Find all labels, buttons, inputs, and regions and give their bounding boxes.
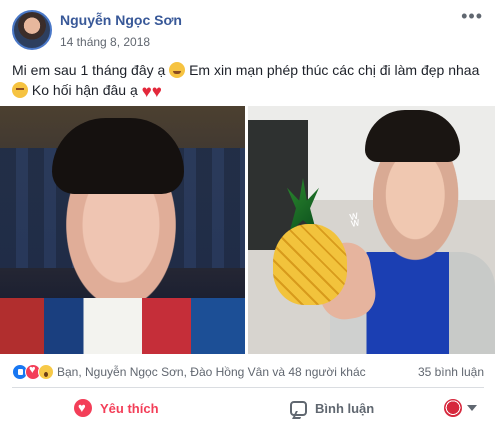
post-header: Nguyễn Ngọc Sơn 14 tháng 8, 2018 •••: [10, 7, 485, 52]
divider: [12, 387, 484, 388]
post-text: Mi em sau 1 tháng đây ạ Em xin mạn phép …: [12, 60, 482, 100]
wow-icon: [38, 364, 54, 380]
heart-icon: ♥: [141, 82, 152, 101]
post-actions: Yêu thích Bình luận: [12, 393, 484, 423]
winking-face-icon: [169, 62, 186, 78]
share-audience-button[interactable]: [444, 395, 477, 421]
pineapple-cup: [273, 224, 347, 305]
chevron-down-icon: [467, 405, 477, 411]
reaction-summary-text[interactable]: Bạn, Nguyễn Ngọc Sơn, Đào Hồng Vân và 48…: [57, 365, 366, 379]
photo-left[interactable]: [0, 106, 245, 354]
comment-label: Bình luận: [315, 400, 375, 416]
post-timestamp[interactable]: 14 tháng 8, 2018: [60, 35, 150, 49]
comments-count[interactable]: 35 bình luận: [418, 365, 484, 379]
post-text-line-1: Mi em sau 1 tháng đây ạ: [12, 62, 166, 78]
author-name[interactable]: Nguyễn Ngọc Sơn: [60, 12, 182, 28]
relieved-face-icon: [12, 82, 28, 98]
comment-icon: [290, 400, 307, 416]
love-icon: [74, 399, 92, 417]
love-label: Yêu thích: [100, 400, 159, 416]
photo-right[interactable]: ʬ: [248, 106, 495, 354]
photo-grid: ʬ: [0, 106, 495, 354]
patterned-shirt: [0, 298, 245, 354]
reactions-summary[interactable]: Bạn, Nguyễn Ngọc Sơn, Đào Hồng Vân và 48…: [12, 362, 484, 382]
love-button[interactable]: Yêu thích: [74, 395, 159, 421]
heart-icon: ♥: [151, 82, 162, 101]
author-avatar[interactable]: [12, 10, 52, 50]
profile-avatar: [444, 399, 462, 417]
person-hair: [52, 118, 184, 194]
more-options-icon[interactable]: •••: [461, 7, 483, 25]
comment-button[interactable]: Bình luận: [290, 395, 374, 421]
post-text-line-1-suffix: Em xin mạn phép thúc các chị đi làm đẹp …: [189, 62, 480, 78]
post-text-line-2: Ko hối hận đâu ạ: [31, 82, 138, 98]
